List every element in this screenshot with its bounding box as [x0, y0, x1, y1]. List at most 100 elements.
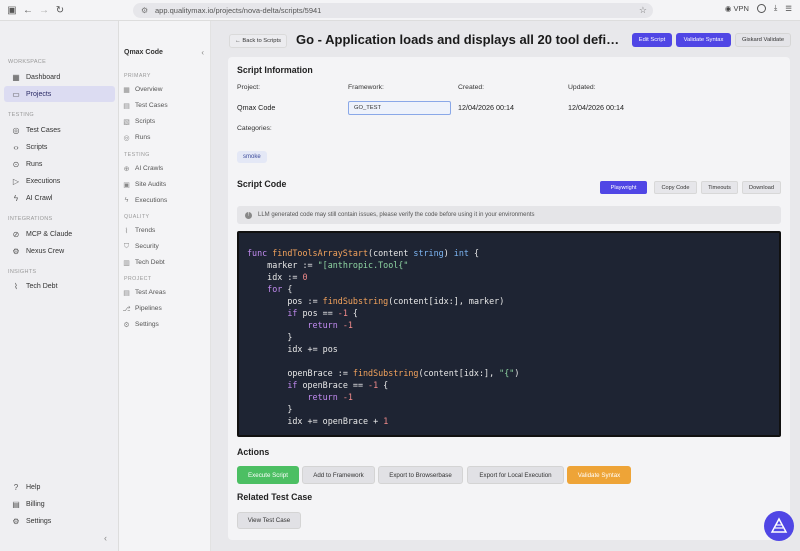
back-to-scripts-button[interactable]: ← Back to Scripts — [229, 34, 287, 48]
add-to-framework-button[interactable]: Add to Framework — [302, 466, 375, 484]
project-value: Qmax Code — [237, 103, 276, 112]
sidebar-item-executions[interactable]: ▷ Executions — [4, 173, 115, 189]
view-test-case-button[interactable]: View Test Case — [237, 512, 301, 529]
gear-icon: ⚙ — [12, 246, 20, 256]
sidebar-item-label: MCP & Claude — [26, 230, 73, 238]
validate-syntax-button[interactable]: Validate Syntax — [676, 33, 731, 47]
sub-item-label: Site Audits — [135, 181, 167, 188]
sidebar-item-tech-debt[interactable]: ⌇ Tech Debt — [4, 278, 115, 294]
category-tag: smoke — [237, 151, 267, 163]
section-workspace: WORKSPACE — [8, 59, 47, 65]
framework-badge: GO_TEST — [348, 101, 451, 115]
bolt-icon: ϟ — [124, 197, 129, 204]
sidebar-item-scripts[interactable]: ‹› Scripts — [4, 139, 115, 155]
sub-item-label: Runs — [135, 134, 151, 141]
actions-heading: Actions — [237, 447, 270, 457]
sidebar-item-nexus-crew[interactable]: ⚙ Nexus Crew — [4, 243, 115, 259]
vpn-badge[interactable]: ◉ VPN — [725, 4, 749, 13]
debt-icon: ▥ — [123, 259, 130, 267]
sub-item-overview[interactable]: ▦ Overview — [122, 83, 208, 96]
project-label: Project: — [237, 84, 261, 91]
llm-warning: ! LLM generated code may still contain i… — [237, 206, 781, 224]
sidebar-item-billing[interactable]: ▤ Billing — [4, 496, 115, 512]
edit-script-button[interactable]: Edit Script — [632, 33, 672, 47]
sidebar-toggle-icon[interactable]: ▣ — [4, 2, 20, 18]
logo-icon — [770, 517, 788, 533]
giskard-validate-button[interactable]: Giskard Validate — [735, 33, 791, 47]
site-settings-icon[interactable]: ⚙ — [141, 6, 151, 15]
sub-item-pipelines[interactable]: ⎇ Pipelines — [122, 302, 208, 315]
section-integrations: INTEGRATIONS — [8, 216, 53, 222]
forward-arrow-icon[interactable]: → — [36, 2, 52, 18]
settings-icon: ⚙ — [12, 516, 20, 526]
sub-item-label: Overview — [135, 86, 163, 93]
sub-item-label: Executions — [135, 197, 168, 204]
sub-item-test-areas[interactable]: ▤ Test Areas — [122, 286, 208, 299]
sub-item-trends[interactable]: ⌇ Trends — [122, 224, 208, 237]
sub-item-ai-crawls[interactable]: ⊕ AI Crawls — [122, 162, 208, 175]
sidebar-item-settings[interactable]: ⚙ Settings — [4, 513, 115, 529]
code-block: func findToolsArrayStart(content string)… — [247, 248, 520, 426]
sub-section-primary: PRIMARY — [124, 73, 151, 79]
code-editor[interactable]: func findToolsArrayStart(content string)… — [237, 231, 781, 437]
grid-icon: ▦ — [123, 86, 130, 94]
script-code-heading: Script Code — [237, 179, 287, 189]
sidebar-item-label: Nexus Crew — [26, 247, 65, 255]
info-icon: ! — [245, 211, 252, 219]
sidebar-item-test-cases[interactable]: ◎ Test Cases — [4, 122, 115, 138]
bookmark-star-icon[interactable]: ☆ — [639, 5, 647, 16]
sub-item-site-audits[interactable]: ▣ Site Audits — [122, 178, 208, 191]
sub-section-quality: QUALITY — [124, 214, 150, 220]
execute-script-button[interactable]: Execute Script — [237, 466, 299, 484]
sidebar-item-label: Billing — [26, 500, 45, 508]
sub-item-runs[interactable]: ◎ Runs — [122, 131, 208, 144]
sub-item-label: Tech Debt — [135, 259, 165, 266]
back-arrow-icon[interactable]: ← — [20, 2, 36, 18]
sidebar-item-dashboard[interactable]: ▦ Dashboard — [4, 69, 115, 85]
target-icon: ◎ — [123, 134, 130, 142]
download-icon[interactable]: ⤓ — [774, 3, 777, 13]
sidebar-item-mcp-claude[interactable]: ⊘ MCP & Claude — [4, 226, 115, 242]
address-bar[interactable]: ⚙ app.qualitymax.io/projects/nova-delta/… — [133, 3, 653, 18]
sidebar-item-label: Executions — [26, 177, 61, 185]
document-icon: ▤ — [123, 102, 130, 110]
sidebar-item-ai-crawl[interactable]: ϟ AI Crawl — [4, 190, 115, 206]
collapse-sidebar-icon[interactable]: ‹ — [104, 533, 107, 543]
check-circle-icon: ◎ — [12, 125, 20, 135]
menu-icon[interactable]: ☰ — [785, 4, 792, 13]
categories-label: Categories: — [237, 125, 272, 132]
created-label: Created: — [458, 84, 485, 91]
sidebar-item-label: Help — [26, 483, 41, 491]
playwright-button[interactable]: Playwright — [600, 181, 647, 194]
profile-icon[interactable] — [756, 3, 766, 13]
file-code-icon: ▧ — [123, 118, 130, 126]
reload-icon[interactable]: ↻ — [52, 2, 68, 18]
timeouts-button[interactable]: Timeouts — [701, 181, 738, 194]
export-local-button[interactable]: Export for Local Execution — [467, 466, 564, 484]
sub-item-label: Scripts — [135, 118, 156, 125]
sub-item-executions[interactable]: ϟ Executions — [122, 194, 208, 207]
trend-icon: ⌇ — [124, 227, 129, 235]
project-sidebar: Qmax Code ‹ PRIMARY ▦ Overview ▤ Test Case… — [119, 21, 211, 551]
export-browserbase-button[interactable]: Export to Browserbase — [378, 466, 463, 484]
sub-item-scripts[interactable]: ▧ Scripts — [122, 115, 208, 128]
sidebar-item-runs[interactable]: ⊙ Runs — [4, 156, 115, 172]
validate-syntax-action-button[interactable]: Validate Syntax — [567, 466, 631, 484]
copy-code-button[interactable]: Copy Code — [654, 181, 697, 194]
grid-icon: ▦ — [12, 72, 20, 82]
sub-item-settings[interactable]: ⚙ Settings — [122, 318, 208, 331]
sidebar-item-help[interactable]: ? Help — [4, 479, 115, 495]
sidebar-item-projects[interactable]: ▭ Projects — [4, 86, 115, 102]
sub-item-test-cases[interactable]: ▤ Test Cases — [122, 99, 208, 112]
pipeline-icon: ⎇ — [122, 305, 131, 313]
play-icon: ▷ — [12, 176, 20, 186]
sidebar-item-label: Settings — [26, 517, 52, 525]
sub-item-security[interactable]: ⛉ Security — [122, 240, 208, 253]
main-sidebar: WORKSPACE ▦ Dashboard ▭ Projects TESTING ◎… — [0, 21, 119, 551]
download-button[interactable]: Download — [742, 181, 781, 194]
sub-item-tech-debt[interactable]: ▥ Tech Debt — [122, 256, 208, 269]
assistant-fab[interactable] — [764, 511, 794, 541]
sidebar-item-label: Tech Debt — [26, 282, 58, 290]
bolt-icon: ϟ — [13, 193, 19, 203]
collapse-project-sidebar-icon[interactable]: ‹ — [201, 48, 204, 57]
